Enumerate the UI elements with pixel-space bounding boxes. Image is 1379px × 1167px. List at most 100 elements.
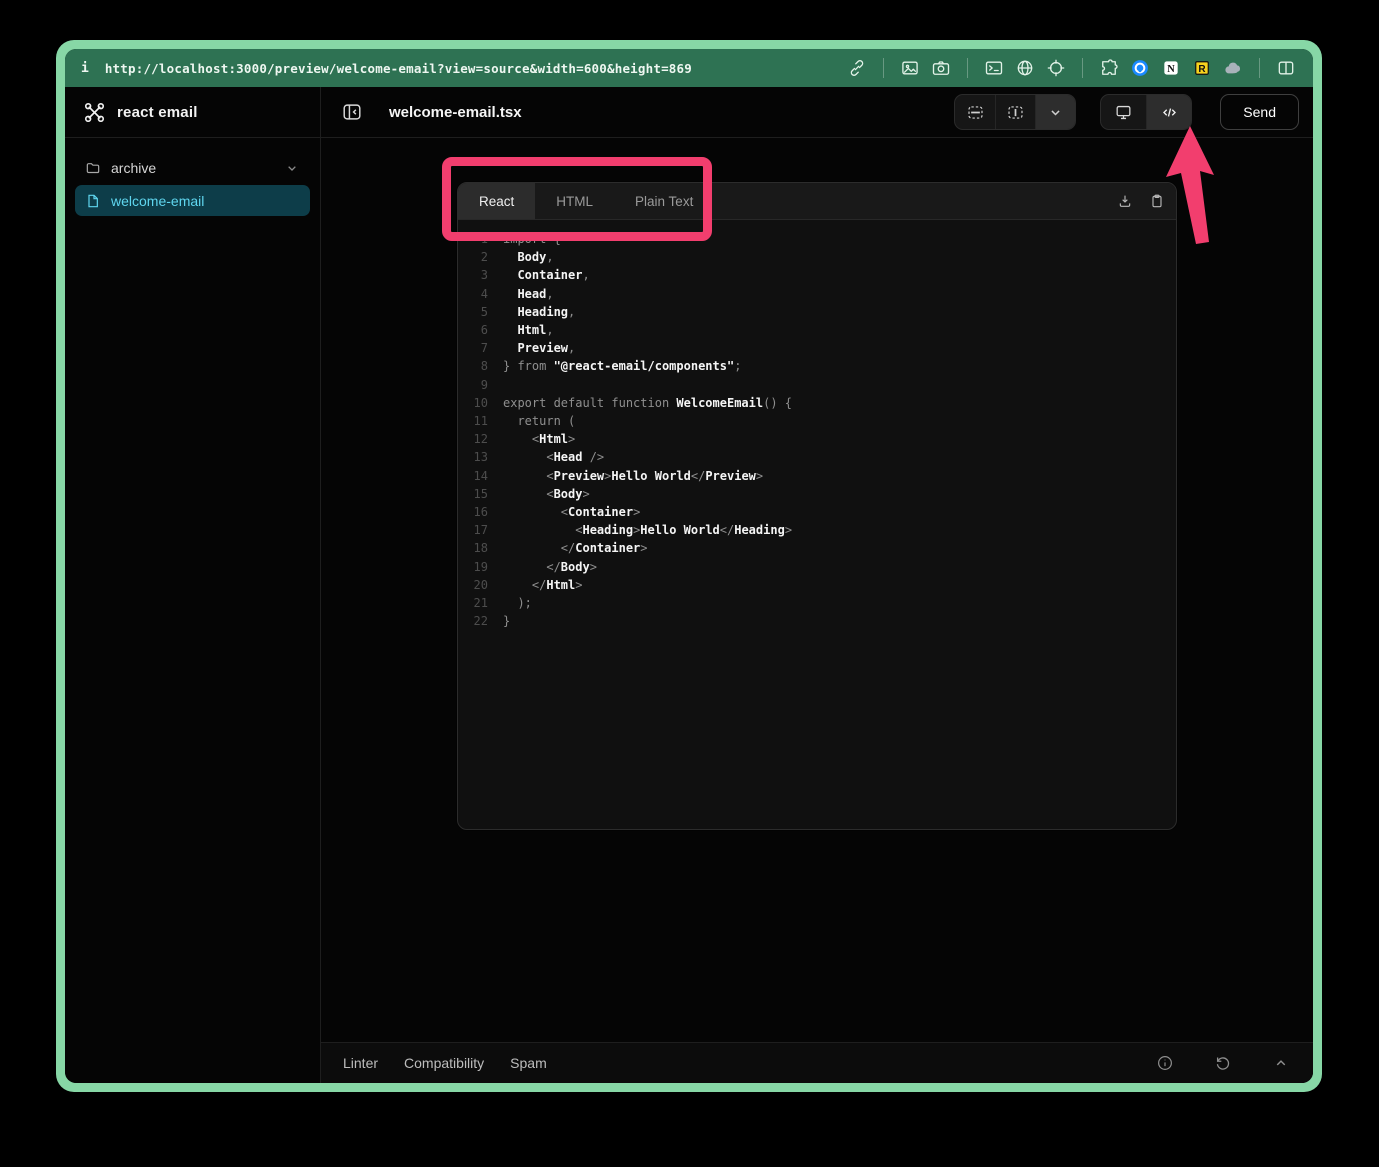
line-number: 3 (458, 266, 488, 284)
monitor-icon (1114, 103, 1133, 122)
line-number: 4 (458, 285, 488, 303)
toolbar-divider (967, 58, 968, 78)
bottom-tab-spam[interactable]: Spam (510, 1055, 547, 1071)
chevron-down-icon[interactable] (284, 160, 300, 176)
svg-text:N: N (1167, 64, 1175, 75)
viewport-dropdown-button[interactable] (1035, 95, 1075, 129)
tab-plain-text[interactable]: Plain Text (614, 183, 714, 219)
source-code-view-button[interactable] (1146, 95, 1191, 129)
brand-label: react email (117, 104, 198, 121)
screenshot-stage: i http://localhost:3000/preview/welcome-… (0, 0, 1379, 1167)
line-number: 16 (458, 503, 488, 521)
camera-icon[interactable] (930, 57, 952, 79)
code-line: 10export default function WelcomeEmail()… (458, 394, 1176, 412)
line-number: 10 (458, 394, 488, 412)
viewport-height-button[interactable] (955, 95, 995, 129)
code-line: 16 <Container> (458, 503, 1176, 521)
main-header: welcome-email.tsx (321, 87, 1313, 138)
browser-window-frame: i http://localhost:3000/preview/welcome-… (56, 40, 1322, 1092)
file-icon (85, 193, 101, 209)
app-body: react email archive (65, 87, 1313, 1083)
code-line: 19 </Body> (458, 558, 1176, 576)
line-number: 6 (458, 321, 488, 339)
line-number: 19 (458, 558, 488, 576)
refined-r-icon[interactable]: R (1191, 57, 1213, 79)
link-icon[interactable] (846, 57, 868, 79)
viewport-height-icon (966, 103, 985, 122)
terminal-icon[interactable] (983, 57, 1005, 79)
code-panel-tabs: ReactHTMLPlain Text (458, 183, 714, 219)
sidebar-brand[interactable]: react email (65, 87, 320, 138)
code-line: 21 ); (458, 594, 1176, 612)
tab-react[interactable]: React (458, 183, 535, 219)
code-line: 11 return ( (458, 412, 1176, 430)
line-number: 1 (458, 230, 488, 248)
code-panel: ReactHTMLPlain Text (457, 182, 1177, 830)
sidebar-folder-archive[interactable]: archive (75, 152, 310, 183)
code-line: 1import { (458, 230, 1176, 248)
download-button[interactable] (1112, 183, 1138, 219)
line-number: 12 (458, 430, 488, 448)
target-icon[interactable] (1045, 57, 1067, 79)
download-icon (1117, 193, 1133, 209)
browser-url-bar[interactable]: i http://localhost:3000/preview/welcome-… (65, 49, 1313, 87)
code-line: 20 </Html> (458, 576, 1176, 594)
line-number: 22 (458, 612, 488, 630)
code-line: 7 Preview, (458, 339, 1176, 357)
react-email-logo-icon (83, 101, 106, 124)
split-view-icon[interactable] (1275, 57, 1297, 79)
preview-content: ReactHTMLPlain Text (321, 138, 1313, 1042)
reset-button[interactable] (1211, 1051, 1235, 1075)
bottom-tab-linter[interactable]: Linter (343, 1055, 378, 1071)
notion-icon[interactable]: N (1160, 57, 1182, 79)
image-icon[interactable] (899, 57, 921, 79)
puzzle-icon[interactable] (1098, 57, 1120, 79)
globe-icon[interactable] (1014, 57, 1036, 79)
chevron-up-icon (1272, 1054, 1290, 1072)
sidebar-toggle-button[interactable] (339, 99, 365, 125)
collapse-panel-button[interactable] (1269, 1051, 1293, 1075)
main-area: welcome-email.tsx (321, 87, 1313, 1083)
line-number: 8 (458, 357, 488, 375)
folder-label: archive (111, 160, 156, 176)
line-number: 11 (458, 412, 488, 430)
toolbar-divider (1259, 58, 1260, 78)
viewport-width-button[interactable] (995, 95, 1035, 129)
code-line: 17 <Heading>Hello World</Heading> (458, 521, 1176, 539)
code-line: 2 Body, (458, 248, 1176, 266)
line-number: 9 (458, 376, 488, 394)
code-line: 5 Heading, (458, 303, 1176, 321)
code-line: 9 (458, 376, 1176, 394)
page-title: welcome-email.tsx (389, 104, 522, 121)
info-button[interactable] (1153, 1051, 1177, 1075)
sidebar-item-welcome-email[interactable]: welcome-email (75, 185, 310, 216)
desktop-preview-button[interactable] (1101, 95, 1146, 129)
bottom-tabs: Linter Compatibility Spam (343, 1055, 547, 1071)
viewport-size-control (954, 94, 1076, 130)
toolbar-divider (1082, 58, 1083, 78)
line-number: 13 (458, 448, 488, 466)
bottom-bar: Linter Compatibility Spam (321, 1042, 1313, 1083)
send-button[interactable]: Send (1220, 94, 1299, 130)
code-line: 13 <Head /> (458, 448, 1176, 466)
line-number: 17 (458, 521, 488, 539)
code-line: 18 </Container> (458, 539, 1176, 557)
onepassword-icon[interactable] (1129, 57, 1151, 79)
code-line: 4 Head, (458, 285, 1176, 303)
sidebar-nav: archive welcome-email (65, 138, 320, 230)
line-number: 20 (458, 576, 488, 594)
code-line: 15 <Body> (458, 485, 1176, 503)
chevron-down-icon (1046, 103, 1065, 122)
copy-button[interactable] (1144, 183, 1170, 219)
collapse-sidebar-icon (341, 101, 363, 123)
file-label: welcome-email (111, 193, 204, 209)
svg-text:R: R (1198, 64, 1206, 75)
url-text[interactable]: http://localhost:3000/preview/welcome-em… (105, 61, 692, 76)
code-line: 14 <Preview>Hello World</Preview> (458, 467, 1176, 485)
line-number: 14 (458, 467, 488, 485)
browser-window: i http://localhost:3000/preview/welcome-… (65, 49, 1313, 1083)
tab-html[interactable]: HTML (535, 183, 614, 219)
cloud-icon[interactable] (1222, 57, 1244, 79)
code-icon (1160, 103, 1179, 122)
bottom-tab-compatibility[interactable]: Compatibility (404, 1055, 484, 1071)
